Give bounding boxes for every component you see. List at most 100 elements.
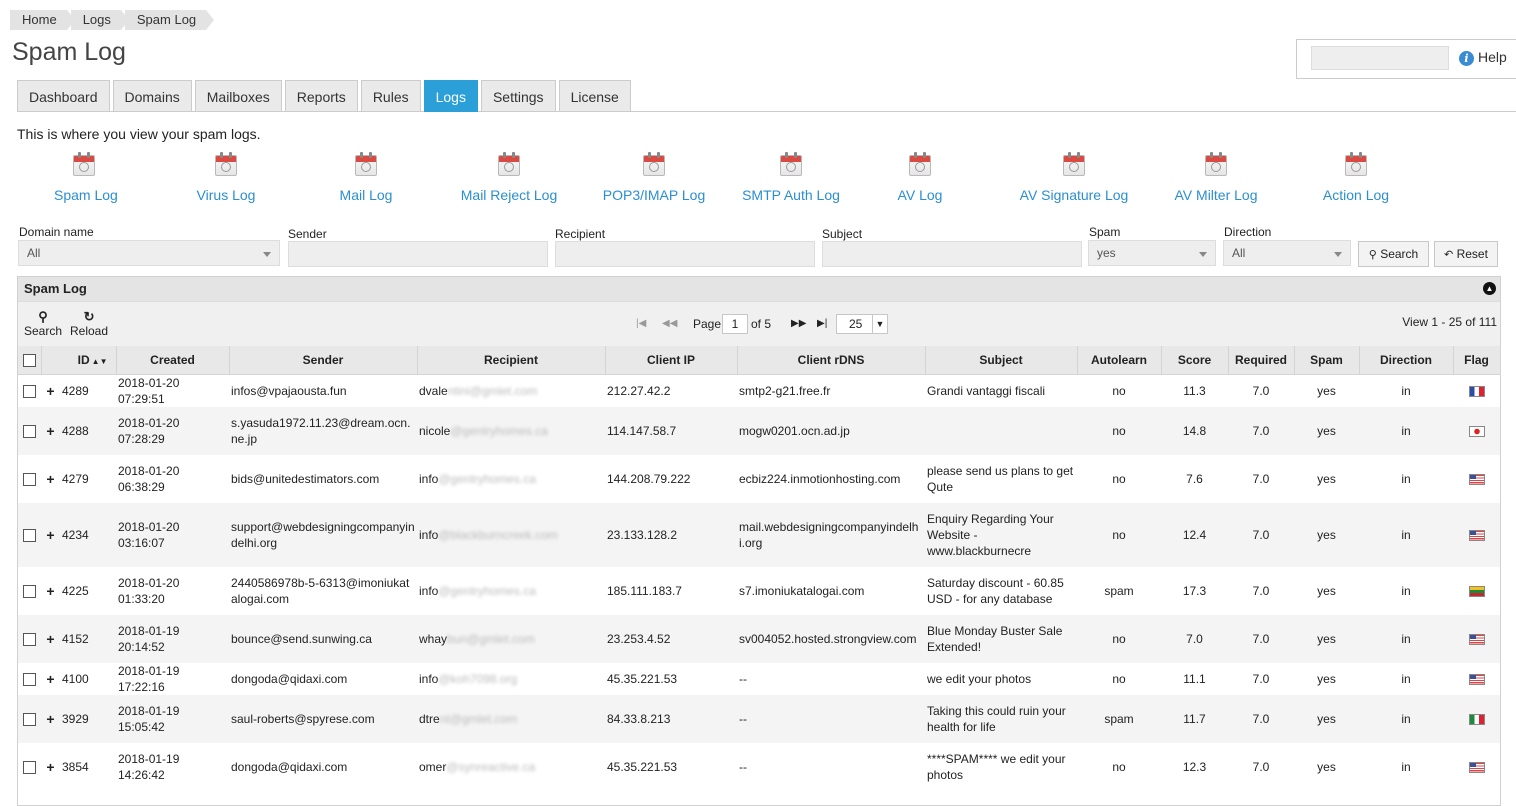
cell-sender: dongoda@qidaxi.com — [229, 663, 417, 695]
row-expand-cell: + — [41, 663, 60, 695]
table-row[interactable]: +4289 2018-01-20 07:29:51 infos@vpajaousta… — [18, 374, 1500, 407]
log-link-action-log[interactable]: Action Log — [1314, 152, 1398, 203]
expand-icon[interactable]: + — [46, 527, 54, 543]
expand-icon[interactable]: + — [46, 423, 54, 439]
undo-icon: ↶ — [1444, 249, 1454, 261]
help-search-input[interactable] — [1311, 46, 1449, 70]
column-header-created[interactable]: Created — [116, 346, 230, 375]
tab-logs[interactable]: Logs — [423, 80, 478, 112]
cell-spam: yes — [1294, 695, 1359, 743]
cell-required: 7.0 — [1228, 407, 1294, 455]
row-checkbox[interactable] — [23, 633, 36, 647]
row-checkbox[interactable] — [23, 673, 36, 687]
log-link-av-milter-log[interactable]: AV Milter Log — [1166, 152, 1266, 203]
page-label: Page — [693, 317, 722, 331]
expand-icon[interactable]: + — [46, 631, 54, 647]
table-row[interactable]: +4234 2018-01-20 03:16:07 support@webdesig… — [18, 503, 1500, 567]
row-checkbox[interactable] — [23, 713, 36, 727]
table-row[interactable]: +4288 2018-01-20 07:28:29 s.yasuda1972.11.… — [18, 407, 1500, 455]
cell-flag — [1453, 503, 1500, 567]
grid-title-text: Spam Log — [24, 281, 87, 296]
tab-license[interactable]: License — [558, 80, 631, 111]
next-page-icon[interactable]: ▶▶ — [791, 313, 806, 335]
column-header-direction[interactable]: Direction — [1359, 346, 1454, 375]
row-checkbox[interactable] — [23, 761, 36, 775]
tab-dashboard[interactable]: Dashboard — [17, 80, 110, 111]
tab-settings[interactable]: Settings — [480, 80, 556, 111]
collapse-icon[interactable]: ▲ — [1483, 282, 1496, 295]
column-header-client-ip[interactable]: Client IP — [605, 346, 738, 375]
domain-name-select[interactable]: All — [18, 240, 280, 266]
direction-value: All — [1232, 246, 1246, 260]
direction-select[interactable]: All — [1223, 240, 1351, 266]
column-header-spam[interactable]: Spam — [1294, 346, 1360, 375]
column-header-autolearn[interactable]: Autolearn — [1077, 346, 1162, 375]
row-checkbox[interactable] — [23, 529, 36, 543]
column-header-flag[interactable]: Flag — [1453, 346, 1501, 375]
help-link[interactable]: Help — [1478, 49, 1507, 65]
view-info: View 1 - 25 of 111 — [1402, 315, 1497, 329]
toolbar-search-button[interactable]: ⚲ Search — [24, 310, 62, 339]
column-header-recipient[interactable]: Recipient — [417, 346, 606, 375]
spam-select[interactable]: yes — [1088, 240, 1216, 266]
tab-reports[interactable]: Reports — [284, 80, 358, 111]
log-link-pop3-imap-log[interactable]: POP3/IMAP Log — [594, 152, 714, 203]
cell-id: 4225 — [60, 567, 116, 615]
log-link-smtp-auth-log[interactable]: SMTP Auth Log — [736, 152, 846, 203]
column-header-sender[interactable]: Sender — [229, 346, 418, 375]
cell-subject — [925, 407, 1077, 455]
page-description: This is where you view your spam logs. — [17, 126, 261, 142]
log-link-mail-reject-log[interactable]: Mail Reject Log — [454, 152, 564, 203]
log-link-mail-log[interactable]: Mail Log — [330, 152, 402, 203]
recipient-domain-blurred: bun@gmlet.com — [447, 632, 535, 646]
recipient-domain-blurred: @blackburncreek.com — [438, 528, 558, 542]
toolbar-reload-button[interactable]: ↻ Reload — [70, 310, 108, 339]
first-page-icon[interactable]: |◀ — [636, 313, 646, 335]
expand-icon[interactable]: + — [46, 759, 54, 775]
smtp-auth-log-icon — [780, 152, 802, 176]
table-row[interactable]: +4152 2018-01-19 20:14:52 bounce@send.sunw… — [18, 615, 1500, 663]
row-checkbox[interactable] — [23, 585, 36, 599]
row-checkbox[interactable] — [23, 473, 36, 487]
column-header-required[interactable]: Required — [1228, 346, 1295, 375]
expand-icon[interactable]: + — [46, 583, 54, 599]
column-header-subject[interactable]: Subject — [925, 346, 1078, 375]
search-button[interactable]: ⚲ Search — [1358, 241, 1429, 267]
log-link-spam-log[interactable]: Spam Log — [54, 152, 118, 203]
row-checkbox[interactable] — [23, 385, 36, 399]
subject-input[interactable] — [822, 241, 1082, 267]
prev-page-icon[interactable]: ◀◀ — [662, 313, 677, 335]
tab-domains[interactable]: Domains — [112, 80, 192, 111]
expand-icon[interactable]: + — [46, 471, 54, 487]
sender-input[interactable] — [288, 241, 548, 267]
tab-mailboxes[interactable]: Mailboxes — [194, 80, 282, 111]
select-all-checkbox[interactable] — [22, 354, 36, 368]
av-log-icon — [909, 152, 931, 176]
table-row[interactable]: +3854 2018-01-19 14:26:42 dongoda@qidaxi.c… — [18, 743, 1500, 791]
log-link-virus-log[interactable]: Virus Log — [190, 152, 262, 203]
expand-icon[interactable]: + — [46, 671, 54, 687]
page-number-input[interactable]: 1 — [722, 314, 748, 334]
column-header-client-rdns[interactable]: Client rDNS — [737, 346, 926, 375]
table-row[interactable]: +4225 2018-01-20 01:33:20 2440586978b-5-63… — [18, 567, 1500, 615]
last-page-icon[interactable]: ▶| — [817, 313, 827, 335]
page-size-select[interactable]: 25 ▼ — [836, 314, 888, 334]
recipient-input[interactable] — [555, 241, 815, 267]
column-header-id[interactable]: ID ▲▼ — [41, 346, 117, 375]
row-checkbox[interactable] — [23, 425, 36, 439]
table-row[interactable]: +3929 2018-01-19 15:05:42 saul-roberts@spy… — [18, 695, 1500, 743]
cell-score: 11.3 — [1161, 374, 1228, 407]
row-select-cell — [18, 615, 41, 663]
reset-button[interactable]: ↶ Reset — [1434, 241, 1498, 267]
table-row[interactable]: +4100 2018-01-19 17:22:16 dongoda@qidaxi.c… — [18, 663, 1500, 695]
log-link-av-signature-log[interactable]: AV Signature Log — [1014, 152, 1134, 203]
column-header-score[interactable]: Score — [1161, 346, 1229, 375]
table-row[interactable]: +4279 2018-01-20 06:38:29 bids@unitedestim… — [18, 455, 1500, 503]
tab-rules[interactable]: Rules — [360, 80, 421, 111]
expand-icon[interactable]: + — [46, 711, 54, 727]
info-icon[interactable]: i — [1459, 51, 1474, 66]
expand-icon[interactable]: + — [46, 383, 54, 399]
log-link-av-log[interactable]: AV Log — [890, 152, 950, 203]
breadcrumb-home[interactable]: Home — [10, 10, 75, 30]
breadcrumb-logs[interactable]: Logs — [70, 10, 130, 30]
